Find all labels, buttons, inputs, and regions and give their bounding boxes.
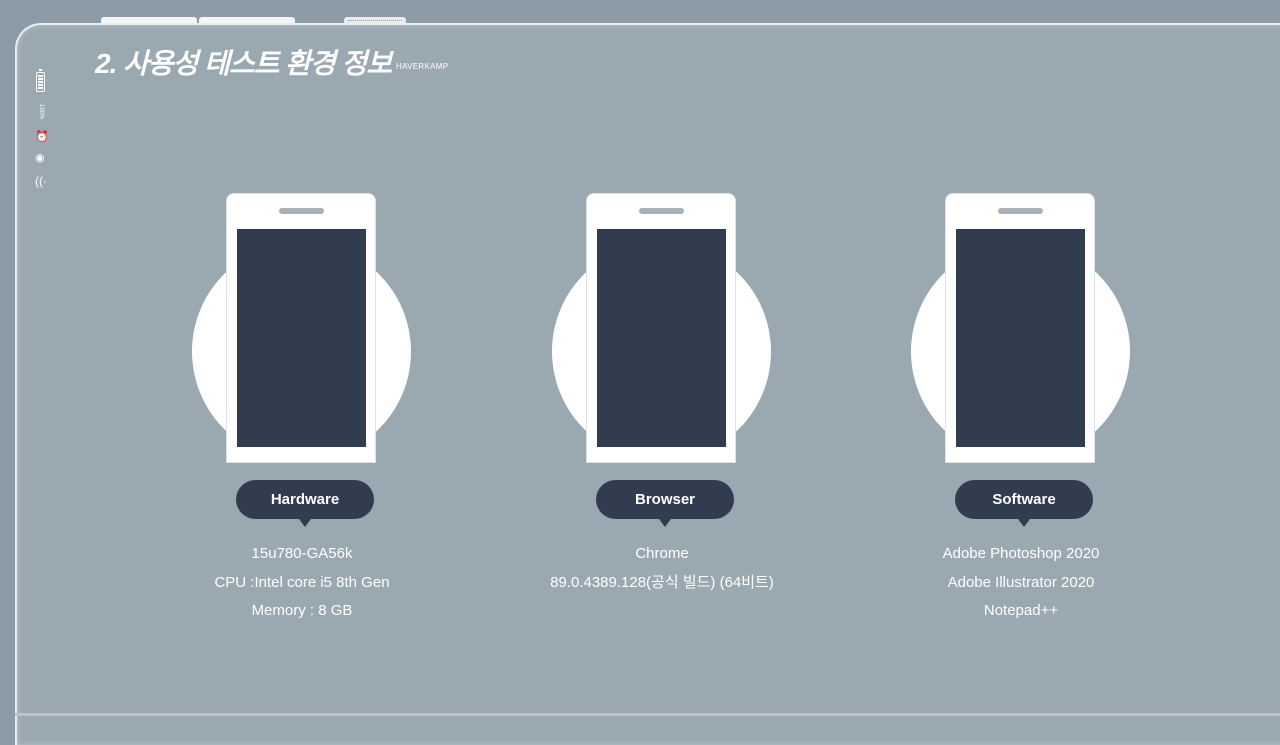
card-browser: Browser Chrome 89.0.4389.128(공식 빌드) (64비… [550,190,792,630]
detail-line: Memory : 8 GB [251,602,353,619]
phone-speaker [639,208,684,214]
battery-icon [36,69,45,92]
page-title: 2. 사용성 테스트 환경 정보 [95,48,392,79]
card-hardware: Hardware 15u780-GA56k CPU :Intel core i5… [192,190,432,630]
card-label: Hardware [236,480,374,527]
card-details: 15u780-GA56k CPU :Intel core i5 8th Gen … [152,540,452,626]
detail-line: CPU :Intel core i5 8th Gen [214,573,390,591]
phone-screen [956,229,1085,447]
detail-line [512,597,812,626]
phone-speaker [998,208,1043,214]
detail-line: Adobe Photoshop 2020 [942,545,1100,562]
alarm-icon: ⏰ [35,131,49,143]
card-label: Software [955,480,1093,527]
phone-icon [226,193,376,463]
detail-line: Notepad++ [983,602,1059,619]
detail-line: 89.0.4389.128(공식 빌드) (64비트) [550,573,774,591]
card-software: Software Adobe Photoshop 2020 Adobe Illu… [911,190,1151,630]
detail-line: Chrome [635,545,689,562]
phone-screen [237,229,366,447]
phone-screen [597,229,726,447]
detail-line: 15u780-GA56k [251,545,353,562]
wifi-icon: ((· [35,174,47,188]
phone-icon [586,193,736,463]
panel-bottom-edge [15,713,1280,716]
title-tag: HAVERKAMP [396,62,449,71]
status-bar: 100% ⏰ ◉ ((· [34,69,50,187]
battery-percent: 100% [38,104,44,120]
card-details: Chrome 89.0.4389.128(공식 빌드) (64비트) [512,540,812,626]
target-icon: ◉ [35,152,45,164]
card-label: Browser [596,480,734,527]
phone-icon [945,193,1095,463]
card-details: Adobe Photoshop 2020 Adobe Illustrator 2… [871,540,1171,626]
detail-line: Adobe Illustrator 2020 [947,573,1095,591]
phone-speaker [279,208,324,214]
